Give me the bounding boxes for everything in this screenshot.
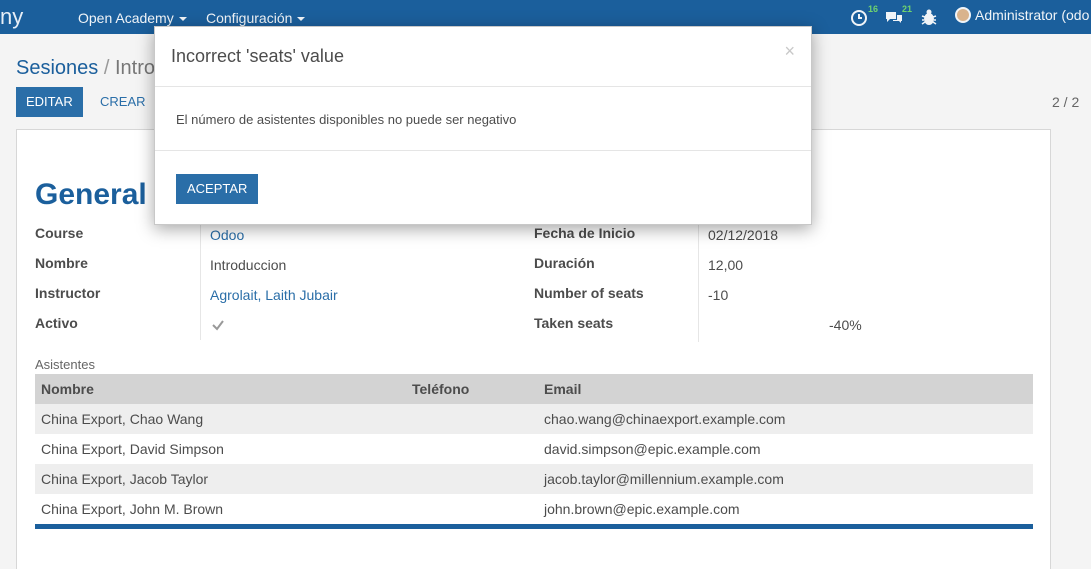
accept-button[interactable]: ACEPTAR (176, 174, 259, 204)
dialog-body: El número de asistentes disponibles no p… (155, 87, 811, 151)
error-dialog: Incorrect 'seats' value × El número de a… (154, 26, 812, 225)
dialog-message: El número de asistentes disponibles no p… (176, 112, 517, 127)
close-icon[interactable]: × (784, 41, 795, 62)
dialog-title: Incorrect 'seats' value (171, 46, 344, 66)
dialog-header: Incorrect 'seats' value × (155, 27, 811, 87)
